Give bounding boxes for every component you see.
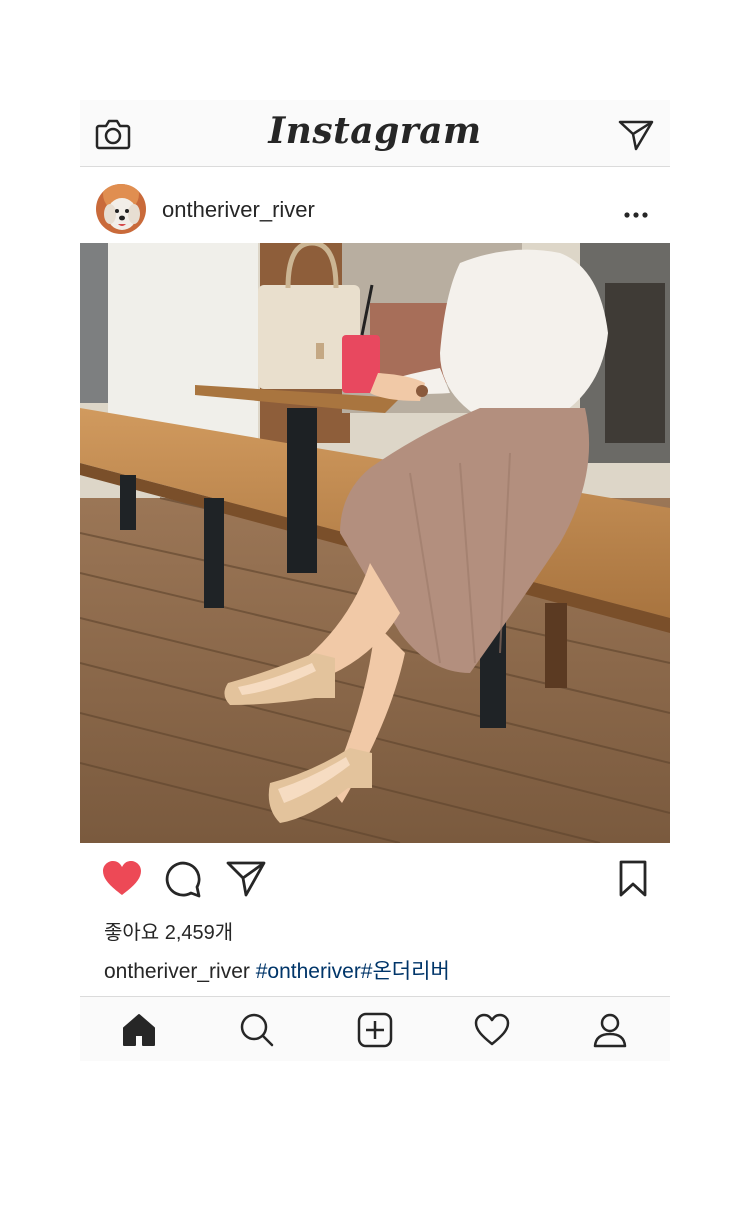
bottom-navigation	[80, 996, 670, 1061]
add-post-icon[interactable]	[357, 1012, 393, 1048]
profile-icon[interactable]	[592, 1012, 628, 1048]
bookmark-icon[interactable]	[618, 860, 648, 898]
paper-plane-icon[interactable]	[226, 860, 266, 898]
caption-username[interactable]: ontheriver_river	[104, 960, 250, 983]
instagram-post-frame: Instagram ontheriver_river 좋아요 2,459개 on…	[80, 100, 670, 1061]
top-bar: Instagram	[80, 100, 670, 167]
post-username[interactable]: ontheriver_river	[162, 197, 315, 223]
comment-bubble-icon[interactable]	[164, 860, 202, 898]
paper-plane-icon[interactable]	[618, 119, 654, 151]
home-icon[interactable]	[121, 1012, 157, 1048]
post-header: ontheriver_river	[80, 167, 670, 243]
heart-filled-icon[interactable]	[102, 860, 142, 898]
activity-heart-icon[interactable]	[474, 1012, 510, 1048]
post-action-bar	[80, 858, 670, 904]
instagram-logo: Instagram	[268, 110, 482, 152]
avatar[interactable]	[96, 184, 146, 234]
likes-count[interactable]: 좋아요 2,459개	[104, 916, 233, 945]
caption-hashtags[interactable]: #ontheriver#온더리버	[256, 960, 450, 983]
more-dots-icon[interactable]	[624, 205, 648, 218]
post-caption: ontheriver_river #ontheriver#온더리버	[104, 955, 450, 985]
post-photo[interactable]	[80, 243, 670, 843]
search-icon[interactable]	[239, 1012, 275, 1048]
